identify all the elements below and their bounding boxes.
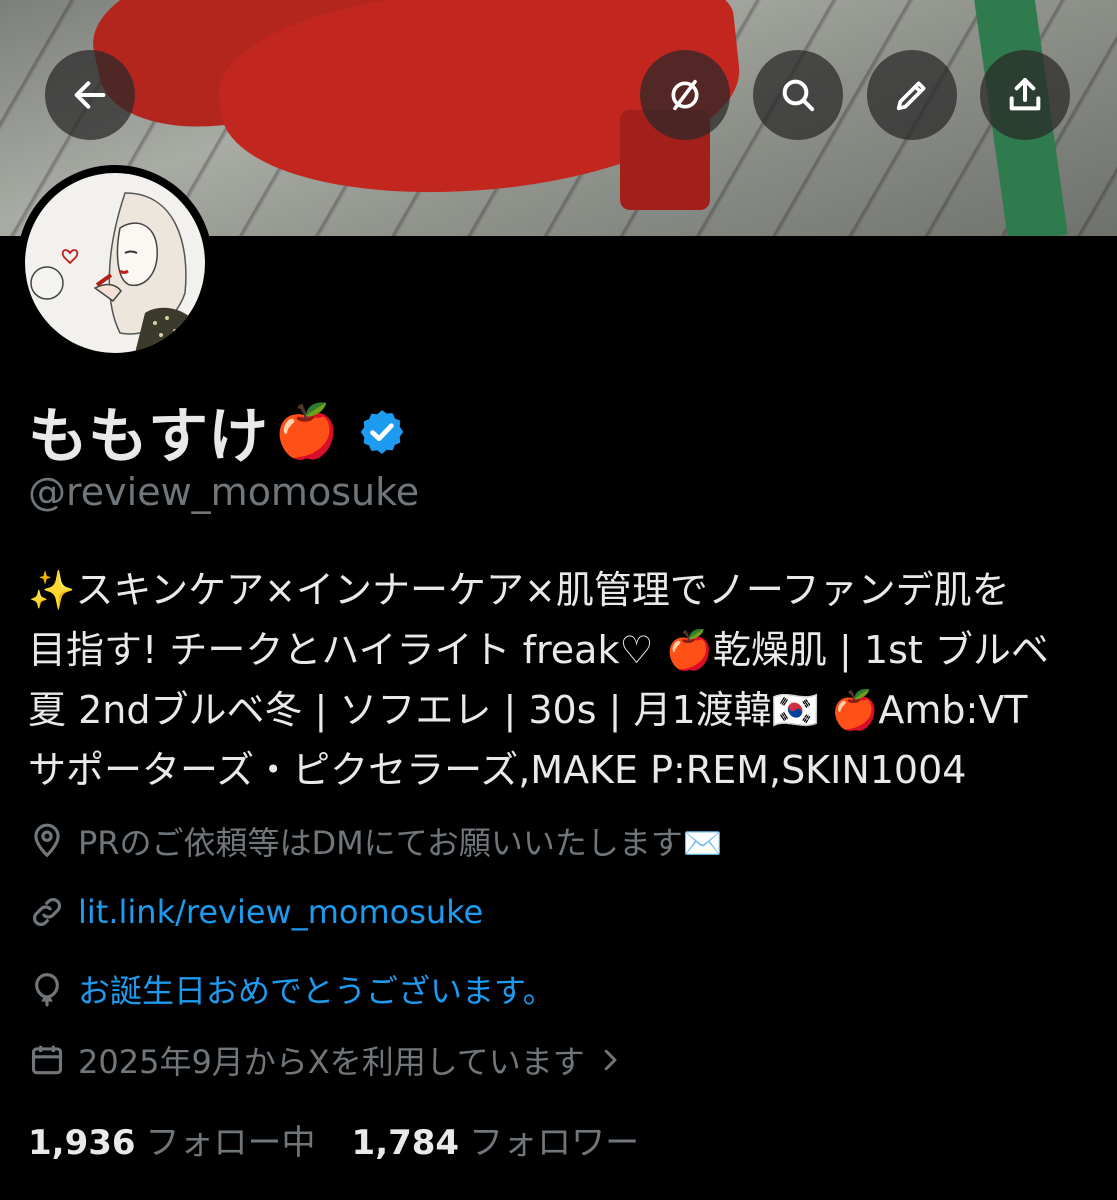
- chevron-right-icon: [604, 1049, 617, 1071]
- location-text: PRのご依頼等はDMにてお願いいたします✉️: [78, 824, 723, 862]
- apple-emoji: 🍎: [274, 402, 339, 462]
- joined-row[interactable]: 2025年9月からXを利用しています: [28, 1037, 625, 1083]
- arrow-left-icon: [74, 81, 106, 109]
- profile-bio: ✨スキンケア×インナーケア×肌管理でノーファンデ肌を 目指す! チークとハイライ…: [28, 560, 1098, 800]
- location-pin-icon: [34, 823, 60, 858]
- mute-button[interactable]: [640, 50, 730, 140]
- search-icon: [782, 79, 815, 112]
- avatar[interactable]: [17, 165, 213, 361]
- followers-count: 1,784: [351, 1123, 460, 1163]
- followers-link[interactable]: 1,784 フォロワー: [352, 1115, 640, 1164]
- website-row: lit.link/review_momosuke: [28, 893, 483, 931]
- pencil-icon: [896, 81, 926, 111]
- birthday-text[interactable]: お誕生日おめでとうございます。: [78, 966, 555, 1012]
- following-link[interactable]: 1,936 フォロー中: [28, 1115, 316, 1164]
- username-handle: @review_momosuke: [28, 470, 420, 514]
- avatar-illustration: [25, 173, 205, 353]
- share-button[interactable]: [980, 50, 1070, 140]
- share-icon: [1009, 78, 1041, 111]
- joined-text: 2025年9月からXを利用しています: [78, 1043, 585, 1081]
- calendar-icon: [31, 1045, 63, 1075]
- back-button[interactable]: [45, 50, 135, 140]
- search-button[interactable]: [753, 50, 843, 140]
- following-count: 1,936: [28, 1123, 136, 1163]
- following-label: フォロー中: [145, 1123, 316, 1163]
- link-icon: [33, 898, 61, 926]
- bio-line: ✨スキンケア×インナーケア×肌管理でノーファンデ肌を: [28, 568, 1010, 612]
- bio-line: サポーターズ・ピクセラーズ,MAKE P:REM,SKIN1004: [28, 748, 967, 792]
- bio-line: 目指す! チークとハイライト freak♡ 🍎乾燥肌 | 1st ブルベ: [28, 628, 1049, 672]
- balloon-icon: [35, 973, 59, 1007]
- slashed-circle-icon: [671, 79, 699, 111]
- followers-label: フォロワー: [469, 1123, 640, 1163]
- follow-stats: 1,936 フォロー中 1,784 フォロワー: [28, 1115, 639, 1164]
- location-row: PRのご依頼等はDMにてお願いいたします✉️: [28, 818, 723, 864]
- edit-button[interactable]: [867, 50, 957, 140]
- profile-name-row: ももすけ 🍎: [28, 388, 407, 475]
- website-link[interactable]: lit.link/review_momosuke: [78, 893, 483, 931]
- bio-line: 夏 2ndブルベ冬 | ソフエレ | 30s | 月1渡韓🇰🇷 🍎Amb:VT: [28, 688, 1028, 732]
- verified-badge-icon[interactable]: [357, 407, 407, 457]
- display-name: ももすけ: [28, 402, 268, 472]
- birthday-row: お誕生日おめでとうございます。: [28, 966, 555, 1012]
